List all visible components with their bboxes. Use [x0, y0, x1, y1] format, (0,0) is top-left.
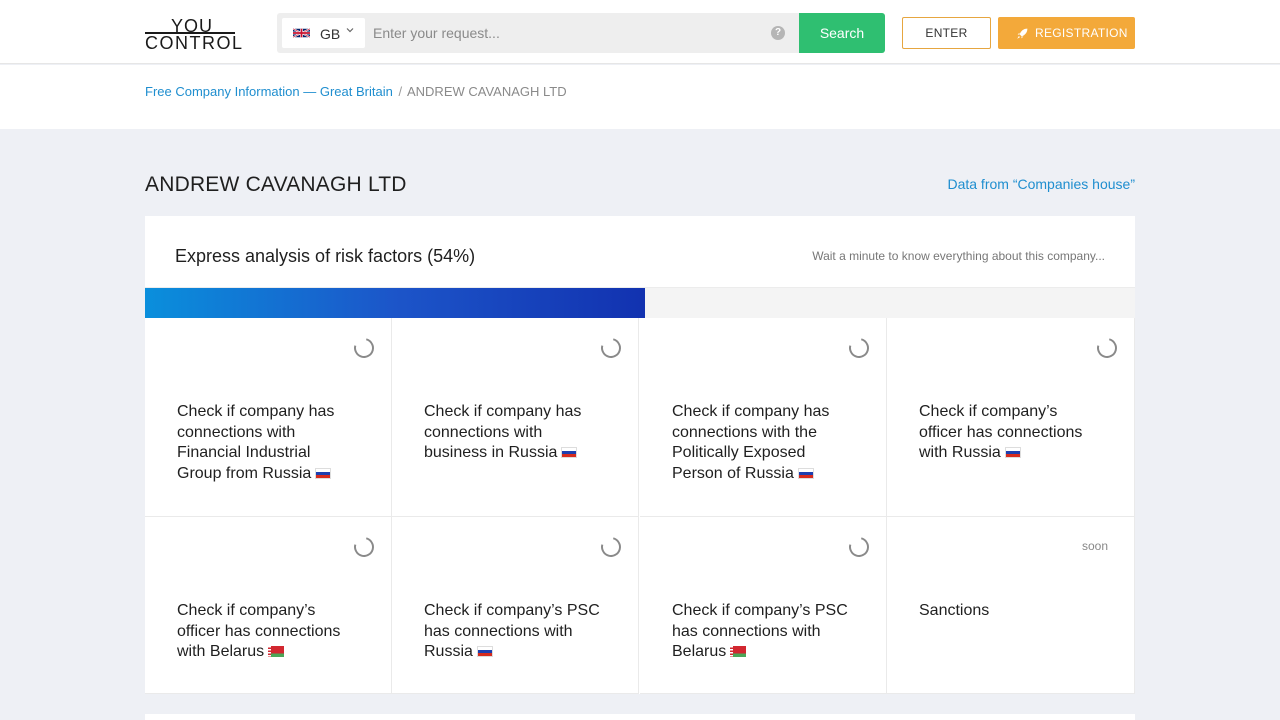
risk-check-cell[interactable]: Check if company has connections with th…: [640, 318, 887, 517]
breadcrumb-separator: /: [398, 84, 403, 99]
search-input[interactable]: [373, 18, 753, 48]
risk-check-cell[interactable]: Check if company’s officer has connectio…: [887, 318, 1135, 517]
site-header: YOU CONTROL GB ? Search ENTER: [0, 0, 1280, 64]
chevron-down-icon: [346, 28, 354, 33]
belarus-flag-icon: [730, 646, 747, 657]
risk-check-text: Check if company has connections with th…: [672, 403, 830, 482]
logo-bottom-text: CONTROL: [145, 33, 244, 53]
data-source-link[interactable]: Data from “Companies house”: [947, 176, 1135, 192]
uk-flag-icon: [293, 27, 310, 39]
country-selector[interactable]: GB: [282, 18, 365, 48]
registration-button[interactable]: REGISTRATION: [998, 17, 1135, 49]
risk-card-header: Express analysis of risk factors (54%) W…: [145, 216, 1135, 288]
search-button[interactable]: Search: [799, 13, 885, 53]
progress-bar: [145, 288, 1135, 318]
risk-check-text: Check if company’s officer has connectio…: [177, 602, 341, 660]
breadcrumb: Free Company Information — Great Britain…: [145, 84, 567, 99]
risk-check-cell[interactable]: Check if company has connections with Fi…: [145, 318, 392, 517]
risk-check-text: Check if company has connections with Fi…: [177, 403, 335, 482]
russia-flag-icon: [561, 447, 578, 458]
loading-spinner-icon: [597, 533, 625, 561]
loading-spinner-icon: [845, 334, 873, 362]
page-title: ANDREW CAVANAGH LTD: [145, 173, 407, 196]
risk-check-cell[interactable]: Check if company’s officer has connectio…: [145, 517, 392, 694]
loading-spinner-icon: [1093, 334, 1121, 362]
loading-spinner-icon: [350, 334, 378, 362]
risk-check-cell[interactable]: Check if company’s PSC has connections w…: [392, 517, 639, 694]
enter-button[interactable]: ENTER: [902, 17, 991, 49]
loading-spinner-icon: [350, 533, 378, 561]
rocket-icon: [1017, 28, 1028, 39]
breadcrumb-link-country[interactable]: Free Company Information — Great Britain: [145, 84, 393, 99]
risk-title: Express analysis of risk factors (54%): [175, 246, 476, 266]
registration-label: REGISTRATION: [1035, 26, 1128, 40]
russia-flag-icon: [1004, 447, 1021, 458]
country-code: GB: [320, 26, 341, 42]
risk-analysis-card: Express analysis of risk factors (54%) W…: [145, 216, 1135, 694]
next-section-card: [145, 714, 1135, 720]
breadcrumb-current: ANDREW CAVANAGH LTD: [406, 84, 567, 99]
loading-spinner-icon: [597, 334, 625, 362]
loading-spinner-icon: [845, 533, 873, 561]
risk-check-text: Check if company’s PSC has connections w…: [672, 602, 848, 660]
risk-check-cell-sanctions[interactable]: soon Sanctions: [887, 517, 1135, 694]
risk-check-text: Check if company’s officer has connectio…: [919, 403, 1083, 461]
risk-subtitle: Wait a minute to know everything about t…: [812, 249, 1105, 263]
risk-checks-grid: Check if company has connections with Fi…: [145, 318, 1135, 694]
risk-check-text: Check if company has connections with bu…: [424, 403, 582, 461]
russia-flag-icon: [315, 467, 332, 479]
breadcrumb-band: Free Company Information — Great Britain…: [0, 65, 1280, 129]
soon-badge: soon: [1081, 539, 1108, 553]
risk-check-cell[interactable]: Check if company has connections with bu…: [392, 318, 639, 517]
risk-check-text: Sanctions: [919, 602, 990, 619]
youcontrol-logo[interactable]: YOU CONTROL: [145, 14, 242, 53]
risk-check-cell[interactable]: Check if company’s PSC has connections w…: [640, 517, 887, 694]
risk-check-text: Check if company’s PSC has connections w…: [424, 602, 600, 660]
belarus-flag-icon: [268, 646, 285, 657]
search-bar: GB ? Search: [277, 13, 885, 53]
russia-flag-icon: [797, 467, 814, 479]
help-icon[interactable]: ?: [771, 26, 785, 40]
russia-flag-icon: [476, 646, 493, 657]
progress-fill: [145, 288, 645, 318]
